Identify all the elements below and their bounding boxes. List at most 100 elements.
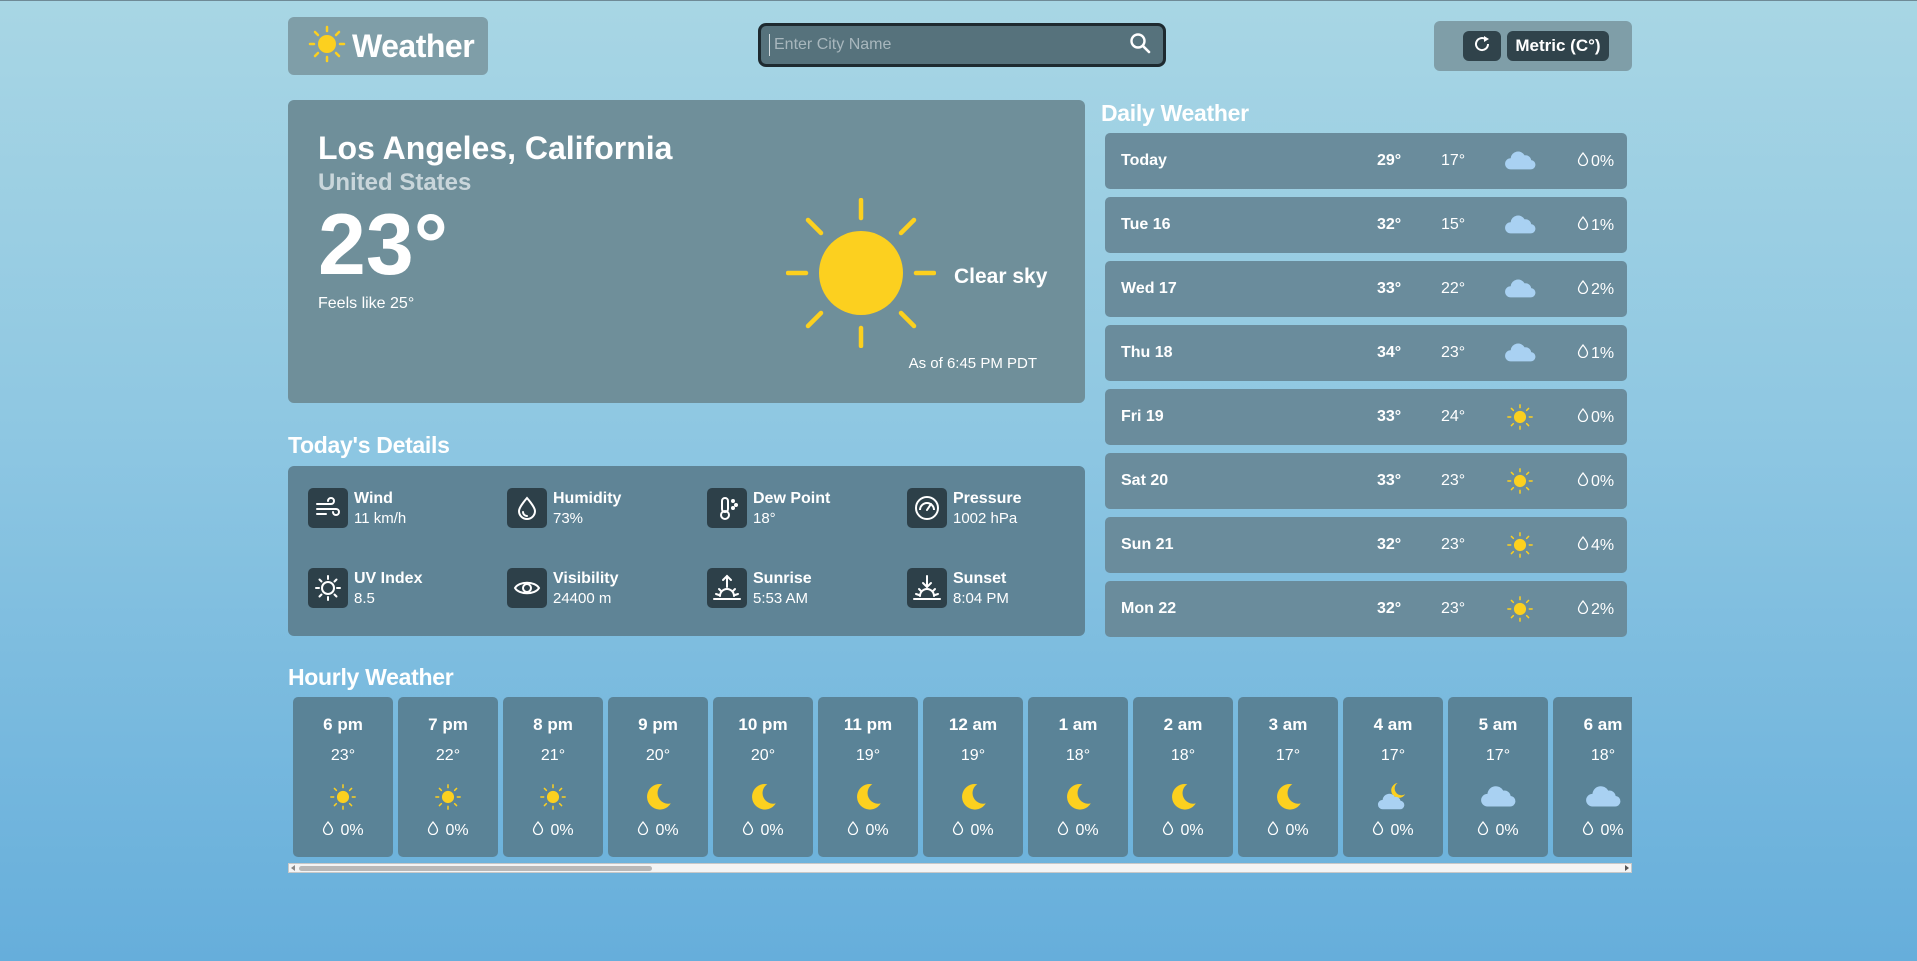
- sun-icon: [1503, 531, 1537, 559]
- droplet-icon: [1577, 535, 1589, 555]
- daily-precip-value: 1%: [1591, 344, 1615, 362]
- hourly-precip-value: 0%: [340, 821, 364, 839]
- detail-value: 5:53 AM: [753, 590, 809, 607]
- hourly-precip: 0%: [293, 820, 393, 840]
- daily-precip: 1%: [1577, 215, 1615, 235]
- refresh-button[interactable]: [1463, 31, 1502, 61]
- app-logo[interactable]: Weather: [288, 17, 488, 75]
- daily-high: 29°: [1377, 152, 1402, 169]
- search-button[interactable]: [1125, 30, 1155, 60]
- hourly-title: Hourly Weather: [288, 664, 454, 690]
- hourly-card: 7 pm 22° 0%: [398, 697, 498, 857]
- daily-precip-value: 0%: [1591, 472, 1615, 490]
- hourly-temp: 23°: [330, 747, 356, 764]
- hourly-card: 9 pm 20° 0%: [608, 697, 708, 857]
- daily-high: 32°: [1377, 216, 1402, 233]
- hourly-time: 4 am: [1373, 715, 1413, 734]
- detail-label: Humidity: [553, 490, 622, 507]
- daily-row: Sun 21 32° 23° 4%: [1105, 517, 1627, 573]
- hourly-card: 6 pm 23° 0%: [293, 697, 393, 857]
- sun-icon: [428, 777, 468, 817]
- daily-low: 17°: [1441, 152, 1466, 169]
- hourly-time: 6 pm: [323, 715, 363, 734]
- daily-precip-value: 4%: [1591, 536, 1615, 554]
- detail-visibility: Visibility 24400 m: [507, 568, 619, 608]
- hourly-card: 5 am 17° 0%: [1448, 697, 1548, 857]
- detail-label: Pressure: [953, 490, 1022, 507]
- hourly-temp: 18°: [1590, 747, 1616, 764]
- thermometer-icon: [707, 488, 747, 528]
- hourly-time: 9 pm: [638, 715, 678, 734]
- droplet-icon: [427, 820, 439, 840]
- hourly-temp: 18°: [1065, 747, 1091, 764]
- hourly-card: 11 pm 19° 0%: [818, 697, 918, 857]
- hourly-time: 12 am: [948, 715, 998, 734]
- scroll-right-arrow[interactable]: [1625, 865, 1629, 871]
- droplet-icon: [1577, 215, 1589, 235]
- hourly-precip: 0%: [1553, 820, 1632, 840]
- daily-row: Mon 22 32° 23° 2%: [1105, 581, 1627, 637]
- detail-label: UV Index: [354, 570, 423, 587]
- detail-label: Sunset: [953, 570, 1007, 587]
- daily-precip-value: 1%: [1591, 216, 1615, 234]
- app-title: Weather: [352, 27, 475, 64]
- hourly-card: 2 am 18° 0%: [1133, 697, 1233, 857]
- daily-row: Sat 20 33° 23° 0%: [1105, 453, 1627, 509]
- search-icon: [1129, 32, 1151, 59]
- hourly-precip: 0%: [923, 820, 1023, 840]
- hourly-temp: 19°: [960, 747, 986, 764]
- moon-icon: [848, 777, 888, 817]
- daily-day: Tue 16: [1121, 216, 1171, 233]
- hourly-temp: 21°: [540, 747, 566, 764]
- hourly-precip: 0%: [608, 820, 708, 840]
- detail-dew-point: Dew Point 18°: [707, 488, 830, 528]
- detail-label: Dew Point: [753, 490, 831, 507]
- cloud-icon: [1503, 275, 1537, 303]
- hourly-time: 1 am: [1058, 715, 1098, 734]
- hourly-scrollbar[interactable]: [288, 863, 1632, 873]
- moon-cloud-icon: [1373, 777, 1413, 817]
- city-search-input[interactable]: [769, 34, 1125, 56]
- daily-day: Fri 19: [1121, 408, 1164, 425]
- sun-icon: [1503, 595, 1537, 623]
- hourly-precip: 0%: [398, 820, 498, 840]
- hourly-precip-value: 0%: [445, 821, 469, 839]
- units-toggle-button[interactable]: Metric (C°): [1507, 31, 1609, 61]
- uv-sun-icon: [308, 568, 348, 608]
- detail-sunrise: Sunrise 5:53 AM: [707, 568, 812, 608]
- hourly-precip: 0%: [1028, 820, 1128, 840]
- detail-humidity: Humidity 73%: [507, 488, 621, 528]
- hourly-card: 1 am 18° 0%: [1028, 697, 1128, 857]
- cloud-icon: [1478, 777, 1518, 817]
- daily-precip-value: 2%: [1591, 600, 1615, 618]
- daily-high: 34°: [1377, 344, 1402, 361]
- hourly-card: 4 am 17° 0%: [1343, 697, 1443, 857]
- hourly-precip-value: 0%: [1075, 821, 1099, 839]
- current-weather-card: Los Angeles, California United States 23…: [288, 100, 1085, 403]
- droplet-icon: [637, 820, 649, 840]
- daily-precip: 2%: [1577, 279, 1614, 299]
- daily-day: Thu 18: [1121, 344, 1173, 361]
- droplet-icon: [1577, 343, 1589, 363]
- hourly-precip-value: 0%: [970, 821, 994, 839]
- wind-icon: [308, 488, 348, 528]
- daily-precip: 0%: [1577, 407, 1614, 427]
- detail-value: 73%: [553, 510, 584, 527]
- scrollbar-thumb[interactable]: [299, 866, 652, 871]
- droplet-icon: [1162, 820, 1174, 840]
- daily-high: 33°: [1377, 280, 1402, 297]
- droplet-icon: [1577, 279, 1589, 299]
- daily-day: Wed 17: [1121, 280, 1177, 297]
- cloud-icon: [1583, 777, 1623, 817]
- scroll-left-arrow[interactable]: [291, 865, 295, 871]
- hourly-card: 6 am 18° 0%: [1553, 697, 1632, 857]
- daily-high: 33°: [1377, 408, 1402, 425]
- hourly-precip: 0%: [1343, 820, 1443, 840]
- sun-icon: [1503, 467, 1537, 495]
- droplet-icon: [507, 488, 547, 528]
- droplet-icon: [1372, 820, 1384, 840]
- hourly-precip: 0%: [818, 820, 918, 840]
- detail-wind: Wind 11 km/h: [308, 488, 406, 528]
- daily-precip: 1%: [1577, 343, 1615, 363]
- hourly-precip-value: 0%: [655, 821, 679, 839]
